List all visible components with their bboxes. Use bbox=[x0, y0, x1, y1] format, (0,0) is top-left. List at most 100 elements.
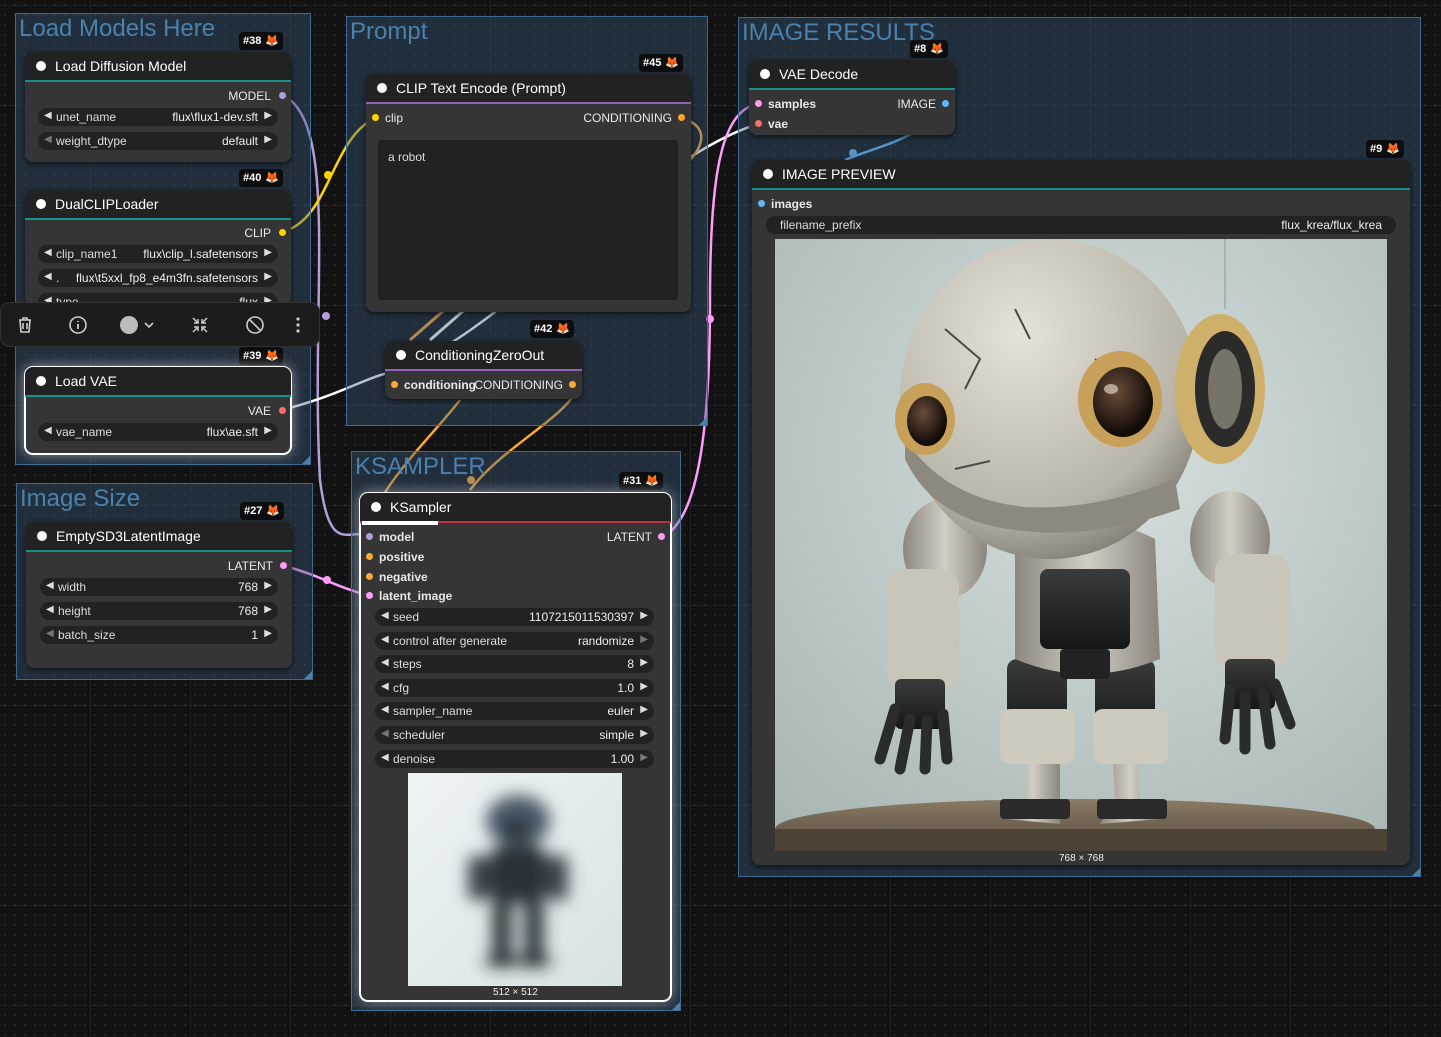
collapse-dot[interactable] bbox=[37, 531, 47, 541]
output-slot-conditioning[interactable] bbox=[569, 381, 576, 388]
collapse-dot[interactable] bbox=[396, 350, 406, 360]
arrow-left-icon[interactable]: ◀ bbox=[381, 704, 389, 715]
node-image-preview[interactable]: IMAGE PREVIEW images filename_prefix flux… bbox=[752, 160, 1410, 865]
widget-scheduler[interactable]: ◀ scheduler simple ▶ bbox=[375, 726, 654, 744]
arrow-right-icon[interactable]: ▶ bbox=[264, 604, 272, 615]
arrow-left-icon[interactable]: ◀ bbox=[381, 728, 389, 739]
group-resize-handle[interactable] bbox=[1412, 868, 1420, 876]
arrow-left-icon[interactable]: ◀ bbox=[46, 604, 54, 615]
arrow-right-icon[interactable]: ▶ bbox=[640, 634, 648, 645]
arrow-left-icon[interactable]: ◀ bbox=[381, 752, 389, 763]
group-resize-handle[interactable] bbox=[672, 1002, 680, 1010]
arrow-left-icon[interactable]: ◀ bbox=[44, 425, 52, 436]
node-load-diffusion-model[interactable]: Load Diffusion Model MODEL ◀ unet_name flu… bbox=[25, 52, 291, 162]
output-slot-latent[interactable] bbox=[280, 562, 287, 569]
group-resize-handle[interactable] bbox=[699, 417, 707, 425]
group-resize-handle[interactable] bbox=[304, 671, 312, 679]
input-model: model bbox=[379, 530, 415, 544]
output-slot-model[interactable] bbox=[279, 92, 286, 99]
input-slot-model[interactable] bbox=[366, 533, 373, 540]
input-slot-clip[interactable] bbox=[372, 114, 379, 121]
widget-width[interactable]: ◀ width 768 ▶ bbox=[40, 578, 278, 596]
widget-denoise[interactable]: ◀ denoise 1.00 ▶ bbox=[375, 750, 654, 768]
output-slot-conditioning[interactable] bbox=[678, 114, 685, 121]
widget-clip-name1[interactable]: ◀ clip_name1 flux\clip_l.safetensors ▶ bbox=[38, 245, 278, 263]
collapse-dot[interactable] bbox=[763, 169, 773, 179]
input-slot-negative[interactable] bbox=[366, 573, 373, 580]
arrow-right-icon[interactable]: ▶ bbox=[640, 610, 648, 621]
widget-vae-name[interactable]: ◀ vae_name flux\ae.sft ▶ bbox=[38, 423, 278, 441]
arrow-left-icon[interactable]: ◀ bbox=[44, 247, 52, 258]
input-slot-latent-image[interactable] bbox=[366, 592, 373, 599]
node-title: KSampler bbox=[390, 499, 452, 515]
arrow-right-icon[interactable]: ▶ bbox=[640, 657, 648, 668]
arrow-left-icon[interactable]: ◀ bbox=[381, 657, 389, 668]
input-slot-samples[interactable] bbox=[755, 100, 762, 107]
bypass-icon[interactable] bbox=[244, 314, 266, 336]
input-conditioning: conditioning bbox=[404, 378, 476, 392]
output-slot-latent[interactable] bbox=[658, 533, 665, 540]
node-ksampler[interactable]: KSampler model positive negative latent_… bbox=[359, 492, 672, 1002]
output-slot-vae[interactable] bbox=[279, 407, 286, 414]
arrow-right-icon[interactable]: ▶ bbox=[264, 110, 272, 121]
input-slot-vae[interactable] bbox=[755, 120, 762, 127]
arrow-left-icon[interactable]: ◀ bbox=[44, 271, 52, 282]
more-icon[interactable] bbox=[287, 314, 309, 336]
trash-icon[interactable] bbox=[14, 314, 36, 336]
node-badge: #45 🦊 bbox=[639, 54, 684, 72]
node-load-vae[interactable]: Load VAE VAE ◀ vae_name flux\ae.sft ▶ bbox=[24, 366, 292, 455]
group-resize-handle[interactable] bbox=[302, 456, 310, 464]
collapse-icon[interactable] bbox=[189, 314, 211, 336]
arrow-left-icon[interactable]: ◀ bbox=[46, 580, 54, 591]
arrow-left-icon[interactable]: ◀ bbox=[381, 634, 389, 645]
node-vae-decode[interactable]: VAE Decode samples vae IMAGE bbox=[749, 60, 955, 135]
arrow-right-icon[interactable]: ▶ bbox=[640, 681, 648, 692]
arrow-right-icon[interactable]: ▶ bbox=[264, 271, 272, 282]
collapse-dot[interactable] bbox=[36, 199, 46, 209]
widget-batch-size[interactable]: ◀ batch_size 1 ▶ bbox=[40, 626, 278, 644]
input-slot-positive[interactable] bbox=[366, 553, 373, 560]
widget-weight-dtype[interactable]: ◀ weight_dtype default ▶ bbox=[38, 132, 278, 150]
arrow-right-icon[interactable]: ▶ bbox=[640, 728, 648, 739]
collapse-dot[interactable] bbox=[36, 376, 46, 386]
output-slot-clip[interactable] bbox=[279, 229, 286, 236]
info-icon[interactable] bbox=[67, 314, 89, 336]
input-slot-images[interactable] bbox=[758, 200, 765, 207]
widget-clip-name2[interactable]: ◀. flux\t5xxl_fp8_e4m3fn.safetensors ▶ bbox=[38, 269, 278, 287]
arrow-right-icon[interactable]: ▶ bbox=[264, 628, 272, 639]
arrow-left-icon[interactable]: ◀ bbox=[44, 134, 52, 145]
node-dual-clip-loader[interactable]: DualCLIPLoader CLIP ◀ clip_name1 flux\clip… bbox=[25, 190, 291, 305]
node-empty-sd3-latent-image[interactable]: EmptySD3LatentImage LATENT ◀ width 768 ▶ ◀ h… bbox=[26, 522, 292, 668]
widget-sampler-name[interactable]: ◀ sampler_name euler ▶ bbox=[375, 702, 654, 720]
node-conditioning-zero-out[interactable]: ConditioningZeroOut conditioning CONDITI… bbox=[385, 341, 582, 399]
arrow-left-icon[interactable]: ◀ bbox=[381, 681, 389, 692]
widget-filename-prefix[interactable]: filename_prefix flux_krea/flux_krea bbox=[766, 216, 1396, 234]
arrow-right-icon[interactable]: ▶ bbox=[264, 247, 272, 258]
widget-height[interactable]: ◀ height 768 ▶ bbox=[40, 602, 278, 620]
arrow-left-icon[interactable]: ◀ bbox=[44, 110, 52, 121]
arrow-right-icon[interactable]: ▶ bbox=[264, 134, 272, 145]
widget-steps[interactable]: ◀ steps 8 ▶ bbox=[375, 655, 654, 673]
input-slot-conditioning[interactable] bbox=[391, 381, 398, 388]
chevron-down-icon[interactable] bbox=[141, 314, 157, 336]
node-title: VAE Decode bbox=[779, 66, 859, 82]
fox-icon: 🦊 bbox=[265, 172, 280, 184]
widget-control-after-generate[interactable]: ◀ control after generate randomize ▶ bbox=[375, 632, 654, 650]
collapse-dot[interactable] bbox=[377, 83, 387, 93]
widget-seed[interactable]: ◀ seed 1107215011530397 ▶ bbox=[375, 608, 654, 626]
output-slot-image[interactable] bbox=[942, 100, 949, 107]
collapse-dot[interactable] bbox=[760, 69, 770, 79]
collapse-dot[interactable] bbox=[36, 61, 46, 71]
color-circle-icon[interactable] bbox=[118, 314, 140, 336]
collapse-dot[interactable] bbox=[371, 502, 381, 512]
node-clip-text-encode[interactable]: CLIP Text Encode (Prompt) clip CONDITION… bbox=[366, 74, 691, 312]
arrow-left-icon[interactable]: ◀ bbox=[46, 628, 54, 639]
arrow-left-icon[interactable]: ◀ bbox=[381, 610, 389, 621]
widget-cfg[interactable]: ◀ cfg 1.0 ▶ bbox=[375, 679, 654, 697]
arrow-right-icon[interactable]: ▶ bbox=[264, 580, 272, 591]
arrow-right-icon[interactable]: ▶ bbox=[640, 752, 648, 763]
prompt-textarea[interactable]: a robot bbox=[378, 140, 678, 300]
widget-unet-name[interactable]: ◀ unet_name flux\flux1-dev.sft ▶ bbox=[38, 108, 278, 126]
arrow-right-icon[interactable]: ▶ bbox=[264, 425, 272, 436]
arrow-right-icon[interactable]: ▶ bbox=[640, 704, 648, 715]
